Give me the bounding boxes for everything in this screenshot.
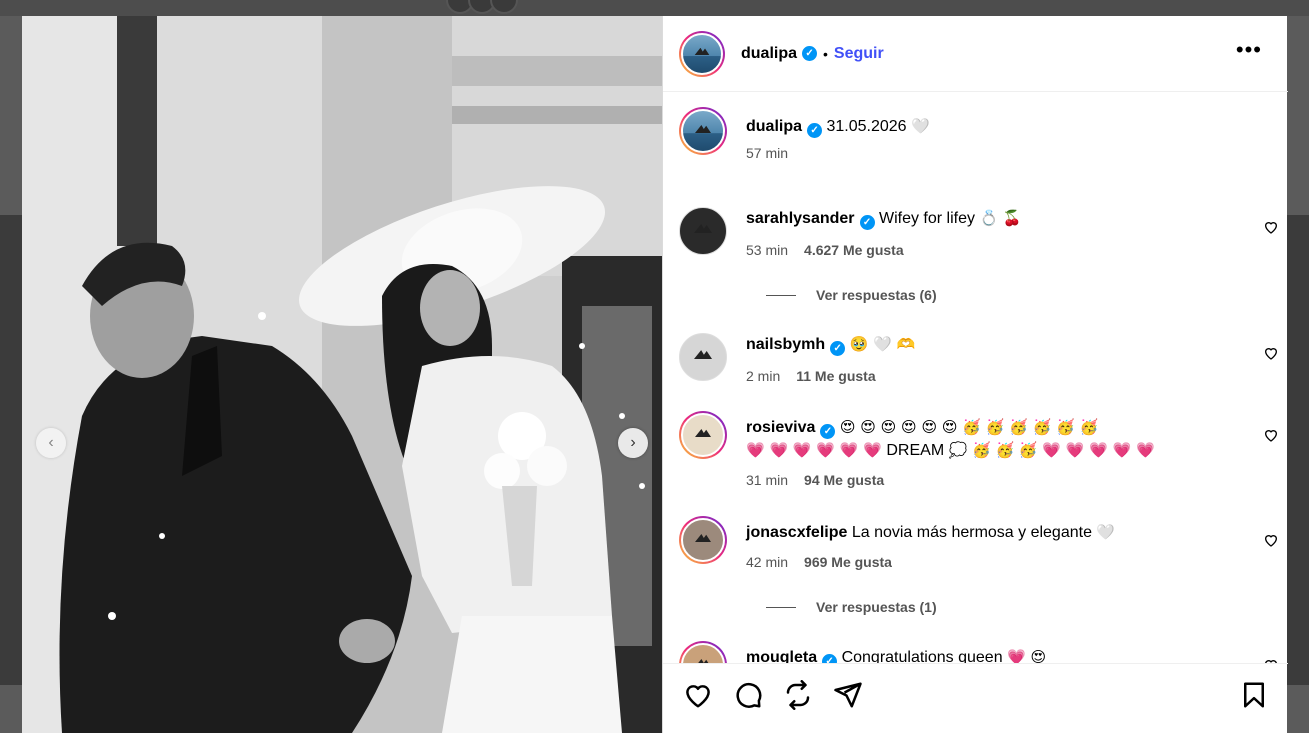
comment-username[interactable]: rosieviva	[746, 419, 815, 436]
send-icon[interactable]	[833, 680, 863, 710]
comment-emoji: 😍 😍 😍 😍 😍 😍 🥳 🥳 🥳 🥳 🥳 🥳	[839, 418, 1099, 436]
post-panel: dualipa ✓ • Seguir ••• dualipa ✓ 31.05.20…	[662, 16, 1288, 733]
comment-emoji: 💍 🍒	[979, 209, 1022, 227]
action-bar	[663, 663, 1288, 733]
wedding-photo	[22, 16, 662, 733]
author-avatar[interactable]	[679, 30, 725, 77]
verified-badge-icon: ✓	[830, 341, 846, 356]
commenter-avatar[interactable]	[679, 641, 727, 663]
page-backdrop-top	[0, 0, 1309, 16]
caption-username[interactable]: dualipa	[746, 118, 802, 135]
follower-avatars	[446, 0, 518, 14]
verified-badge-icon: ✓	[820, 424, 836, 439]
caption-emoji: 🤍	[911, 117, 930, 135]
comment-text: Congratulations queen	[841, 649, 1003, 663]
comment-text: La novia más hermosa y elegante	[851, 524, 1092, 541]
commenter-avatar[interactable]	[679, 333, 727, 381]
verified-badge-icon: ✓	[802, 46, 818, 61]
next-photo-button[interactable]: ›	[618, 428, 648, 458]
verified-badge-icon: ✓	[822, 654, 838, 663]
comment-meta: 42 min 969 Me gusta	[746, 554, 892, 570]
comment-meta: 2 min 11 Me gusta	[746, 368, 876, 384]
comment-emoji-line2: 💗 💗 💗 💗 💗 💗	[746, 441, 882, 459]
comment-likes[interactable]: 4.627 Me gusta	[804, 242, 904, 258]
comment-meta: 53 min 4.627 Me gusta	[746, 242, 904, 258]
page-backdrop-left	[0, 215, 22, 685]
prev-photo-button[interactable]: ‹	[36, 428, 66, 458]
comments-list[interactable]: dualipa ✓ 31.05.2026 🤍 57 min sarahlysand…	[663, 93, 1288, 663]
comment-time: 42 min	[746, 554, 789, 570]
comment-emoji: 💗 😍	[1007, 648, 1047, 663]
comment-username[interactable]: sarahlysander	[746, 210, 855, 227]
verified-badge-icon: ✓	[859, 215, 875, 230]
more-options-icon[interactable]: •••	[1236, 39, 1262, 61]
view-replies-button[interactable]: Ver respuestas (6)	[766, 287, 937, 303]
bookmark-icon[interactable]	[1239, 680, 1269, 710]
heart-icon[interactable]	[1263, 219, 1279, 235]
comment-emoji-line2b: 💭 🥳 🥳 🥳 💗 💗 💗 💗 💗	[948, 441, 1155, 459]
separator-dot: •	[823, 45, 828, 62]
view-replies-button[interactable]: Ver respuestas (1)	[766, 599, 937, 615]
comment-time: 53 min	[746, 242, 789, 258]
comment-time: 31 min	[746, 472, 789, 488]
author-username[interactable]: dualipa	[741, 45, 797, 63]
comment-username[interactable]: jonascxfelipe	[746, 524, 847, 541]
comment-emoji: 🥹 🤍 🫶	[849, 335, 916, 353]
post-header: dualipa ✓ • Seguir •••	[663, 16, 1288, 92]
comment-icon[interactable]	[733, 680, 763, 710]
comment-meta: 31 min 94 Me gusta	[746, 472, 884, 488]
comment-likes[interactable]: 969 Me gusta	[804, 554, 892, 570]
heart-icon[interactable]	[683, 680, 713, 710]
chevron-right-icon: ›	[630, 434, 636, 451]
share-icon[interactable]	[783, 680, 813, 710]
chevron-left-icon: ‹	[48, 434, 54, 451]
commenter-avatar[interactable]	[679, 516, 727, 564]
comment-text: Wifey for lifey	[878, 210, 975, 227]
post-modal: ‹ › dualipa ✓ • Seguir ••• dualipa ✓ 31.0…	[22, 16, 1288, 733]
comment-username[interactable]: nailsbymh	[746, 336, 825, 353]
author-avatar[interactable]	[679, 107, 727, 155]
caption-text: 31.05.2026	[826, 118, 907, 135]
post-media: ‹ ›	[22, 16, 662, 733]
comment-text: DREAM	[886, 442, 945, 459]
comment-likes[interactable]: 11 Me gusta	[796, 368, 875, 384]
heart-icon[interactable]	[1263, 532, 1279, 548]
commenter-avatar[interactable]	[679, 207, 727, 255]
comment-username[interactable]: mougleta	[746, 649, 817, 663]
follow-button[interactable]: Seguir	[834, 45, 884, 63]
page-backdrop-right	[1287, 215, 1309, 685]
comment-emoji: 🤍	[1096, 523, 1116, 541]
heart-icon[interactable]	[1263, 345, 1279, 361]
verified-badge-icon: ✓	[807, 123, 823, 138]
comment-likes[interactable]: 94 Me gusta	[804, 472, 884, 488]
caption-time: 57 min	[746, 145, 789, 161]
heart-icon[interactable]	[1263, 427, 1279, 443]
comment-time: 2 min	[746, 368, 781, 384]
commenter-avatar[interactable]	[679, 411, 727, 459]
